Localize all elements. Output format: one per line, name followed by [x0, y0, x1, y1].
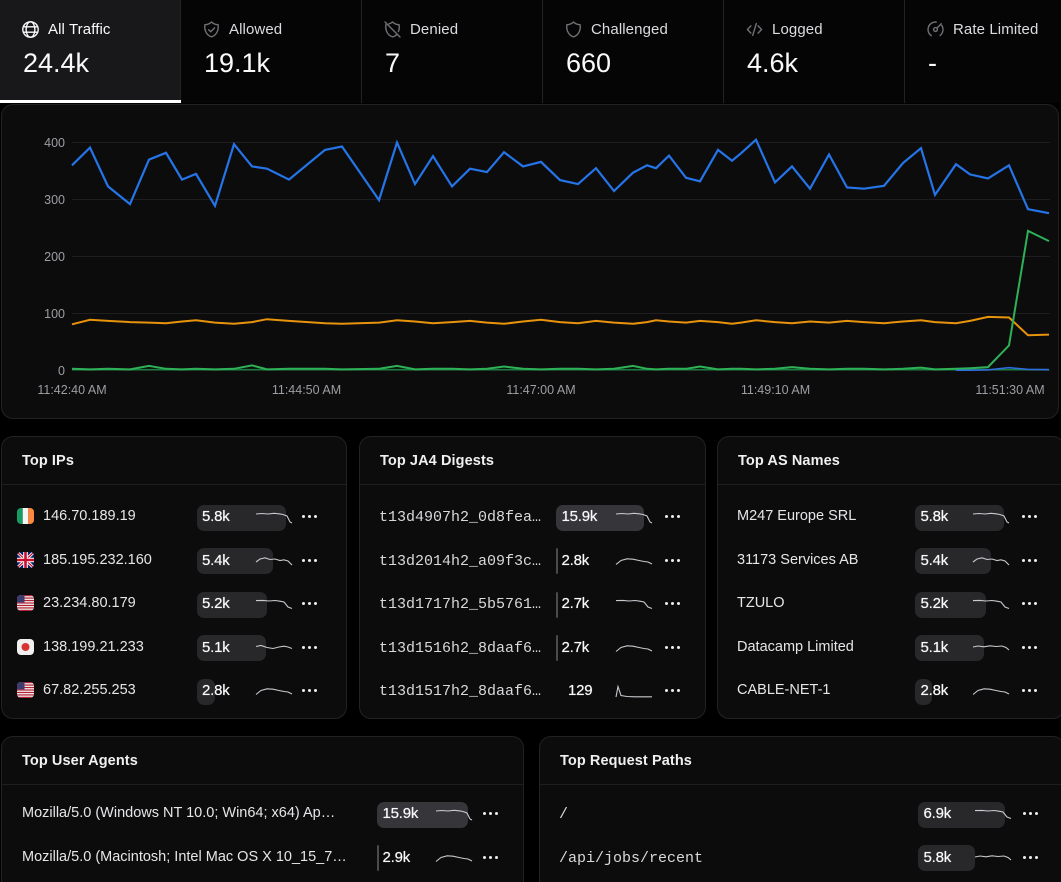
- svg-text:0: 0: [58, 364, 65, 378]
- svg-text:11:49:10 AM: 11:49:10 AM: [741, 383, 810, 397]
- svg-text:11:47:00 AM: 11:47:00 AM: [506, 383, 575, 397]
- svg-text:11:42:40 AM: 11:42:40 AM: [37, 383, 106, 397]
- svg-text:11:51:30 AM: 11:51:30 AM: [975, 383, 1044, 397]
- svg-text:11:44:50 AM: 11:44:50 AM: [272, 383, 341, 397]
- svg-text:400: 400: [44, 136, 65, 150]
- svg-text:200: 200: [44, 250, 65, 264]
- svg-text:100: 100: [44, 307, 65, 321]
- svg-text:300: 300: [44, 193, 65, 207]
